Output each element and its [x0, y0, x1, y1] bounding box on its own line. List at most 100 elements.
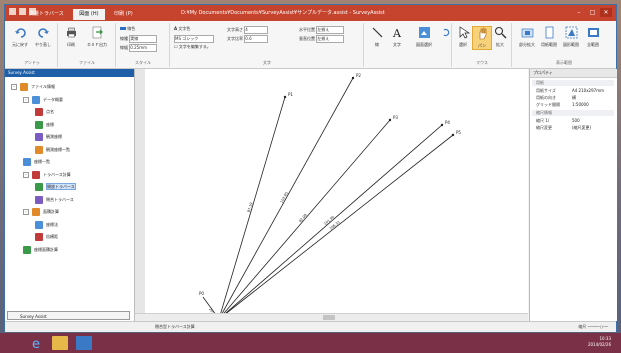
tree-item[interactable]: - データ概要 [23, 95, 63, 104]
zoom-in-button[interactable]: 拡大 [491, 26, 509, 48]
close-button[interactable]: ✕ [600, 8, 612, 17]
property-row[interactable]: 用紙サイズ A4 210x297mm [536, 88, 614, 94]
minimize-button[interactable]: – [573, 8, 585, 17]
zoom-slider[interactable]: 縮尺 ─────○── [578, 324, 608, 330]
traverse-point[interactable] [351, 76, 355, 80]
tree-item[interactable]: - 面積計算 [23, 208, 59, 216]
properties-section-paper: 用紙 [532, 80, 614, 86]
app-window: 測量トラバース 図面 (H) 印刷 (P) D:¥My Documents¥Do… [4, 4, 617, 332]
zoom-paper-button[interactable]: 用紙範囲 [539, 26, 559, 48]
tab-survey[interactable]: 測量トラバース [23, 9, 70, 20]
font-select[interactable]: MS ゴシック [174, 35, 214, 43]
zoom-all-button[interactable]: 全範囲 [583, 26, 603, 48]
line-color-row[interactable]: 線色 [120, 26, 135, 32]
edit-text-checkbox[interactable]: ☐ 文字を編集する。 [174, 44, 211, 50]
property-row[interactable]: 縮尺変更 (縮尺変更) [536, 125, 614, 131]
line-width-row: 線幅 0.25mm [120, 44, 158, 52]
property-row[interactable]: 縮尺 1/500 [536, 118, 614, 124]
group-file: 印刷 ＤＸＦ出力 ファイル [59, 23, 116, 67]
taskbar: e 10:33 2014/02/26 [0, 333, 621, 353]
traverse-line[interactable] [218, 119, 391, 320]
refresh-icon [443, 28, 449, 37]
tree-item[interactable]: 観測座標 [35, 133, 62, 141]
tree-node-icon [35, 233, 43, 241]
zoom-shape-button[interactable]: 図形範囲 [561, 26, 581, 48]
property-row[interactable]: グリッド間隔 1:50000 [536, 102, 614, 108]
v-align-select[interactable]: 左揃え [316, 35, 345, 43]
tree-node-icon [32, 95, 40, 104]
point-label: P3 [393, 115, 398, 120]
traverse-point[interactable] [440, 123, 444, 127]
horizontal-scrollbar[interactable] [135, 313, 528, 321]
h-align-select[interactable]: 左揃え [316, 26, 345, 34]
line-style-select[interactable]: 実線 [129, 35, 158, 43]
tab-print[interactable]: 印刷 (P) [108, 9, 139, 20]
text-tool-button[interactable]: A 文字 [387, 26, 407, 48]
internet-explorer-icon[interactable]: e [30, 336, 46, 350]
file-explorer-icon[interactable] [52, 336, 68, 350]
tree-item[interactable]: - ファイル情報 [11, 83, 55, 91]
dxf-export-icon [92, 26, 103, 39]
point-label: P2 [356, 73, 361, 78]
traverse-line[interactable] [218, 124, 443, 320]
survey-assist-tab[interactable]: Survey Assist [7, 311, 130, 320]
text-tool-icon: A [392, 27, 402, 40]
print-button[interactable]: 印刷 [61, 26, 81, 48]
app-icon[interactable] [9, 8, 16, 15]
tree-item[interactable]: 観測座標一覧 [35, 145, 70, 154]
traverse-line[interactable] [218, 77, 354, 320]
maximize-button[interactable]: □ [586, 8, 598, 17]
traverse-point[interactable] [451, 133, 455, 137]
svg-text:e: e [32, 337, 40, 350]
scrollbar-thumb[interactable] [323, 315, 335, 320]
status-text: 閉合型トラバース計算 [155, 324, 195, 329]
line-style-row: 線種 実線 [120, 35, 158, 43]
tree-item[interactable]: 座標面積計算 [23, 245, 58, 254]
font-color-button[interactable]: A 文字色 [174, 26, 190, 32]
tree-item[interactable]: 座標一覧 [23, 158, 50, 166]
point-label: P5 [456, 130, 461, 135]
edit-select-button[interactable]: 図面選択 [409, 26, 439, 48]
traverse-point[interactable] [388, 118, 392, 122]
tree-expander-icon[interactable]: - [23, 209, 29, 215]
zoom-part-button[interactable]: 部分拡大 [517, 26, 537, 48]
group-mouse: 選択 パン 拡大 マウス [453, 23, 512, 67]
tree-item[interactable]: 座標法 [35, 220, 58, 229]
traverse-line[interactable] [218, 96, 286, 320]
properties-pane: プロパティ 用紙 用紙サイズ A4 210x297mm 用紙の向き横 グリッド間隔… [529, 69, 617, 321]
tree-item[interactable]: 開放トラバース [35, 183, 76, 191]
traverse-drawing[interactable]: P187.19P2103.65P382.08P4101.90P5106.31P0… [135, 69, 528, 320]
redo-button[interactable]: やり直し [32, 26, 54, 48]
navigation-pane: Survey Assist - ファイル情報 - データ概要 点名座標観測座標観測座標一… [5, 69, 135, 321]
tree-expander-icon[interactable]: - [23, 171, 29, 178]
tree-node-icon [35, 108, 43, 116]
point-label: P4 [445, 120, 450, 125]
window-controls: – □ ✕ [573, 8, 612, 17]
undo-button[interactable]: 元に戻す [9, 26, 31, 48]
pan-tool-button[interactable]: パン [472, 26, 492, 50]
tree-expander-icon[interactable]: - [23, 96, 29, 103]
tree-expander-icon[interactable]: - [11, 84, 17, 90]
point-label: P1 [288, 92, 293, 97]
text-height-input[interactable]: 4 [244, 26, 269, 34]
traverse-point[interactable] [283, 95, 287, 99]
dxf-export-button[interactable]: ＤＸＦ出力 [81, 26, 113, 48]
text-ratio-input[interactable]: 0.6 [244, 35, 269, 43]
line-width-select[interactable]: 0.25mm [129, 44, 158, 52]
tree-item[interactable]: 点名 [35, 108, 54, 116]
cursor-icon [459, 26, 470, 39]
tree-item[interactable]: - トラバース計算 [23, 170, 71, 179]
line-tool-button[interactable]: 線 [367, 26, 387, 48]
survey-assist-taskbar-icon[interactable] [76, 336, 92, 350]
refresh-button[interactable] [441, 26, 451, 42]
tree-item[interactable]: 倍横距 [35, 233, 58, 241]
traverse-line[interactable] [218, 134, 454, 320]
tab-drawing[interactable]: 図面 (H) [73, 9, 105, 20]
tree-node-icon [35, 195, 43, 204]
tree-item[interactable]: 閉合トラバース [35, 195, 74, 204]
tree-item[interactable]: 座標 [35, 120, 54, 129]
drawing-canvas[interactable]: P1 87.19 P2 103.65 P3 82.08 P4 101.90 P5 106.31 P0… [135, 69, 528, 320]
svg-text:A: A [392, 27, 402, 39]
property-row[interactable]: 用紙の向き横 [536, 95, 614, 101]
select-tool-button[interactable]: 選択 [454, 26, 472, 48]
